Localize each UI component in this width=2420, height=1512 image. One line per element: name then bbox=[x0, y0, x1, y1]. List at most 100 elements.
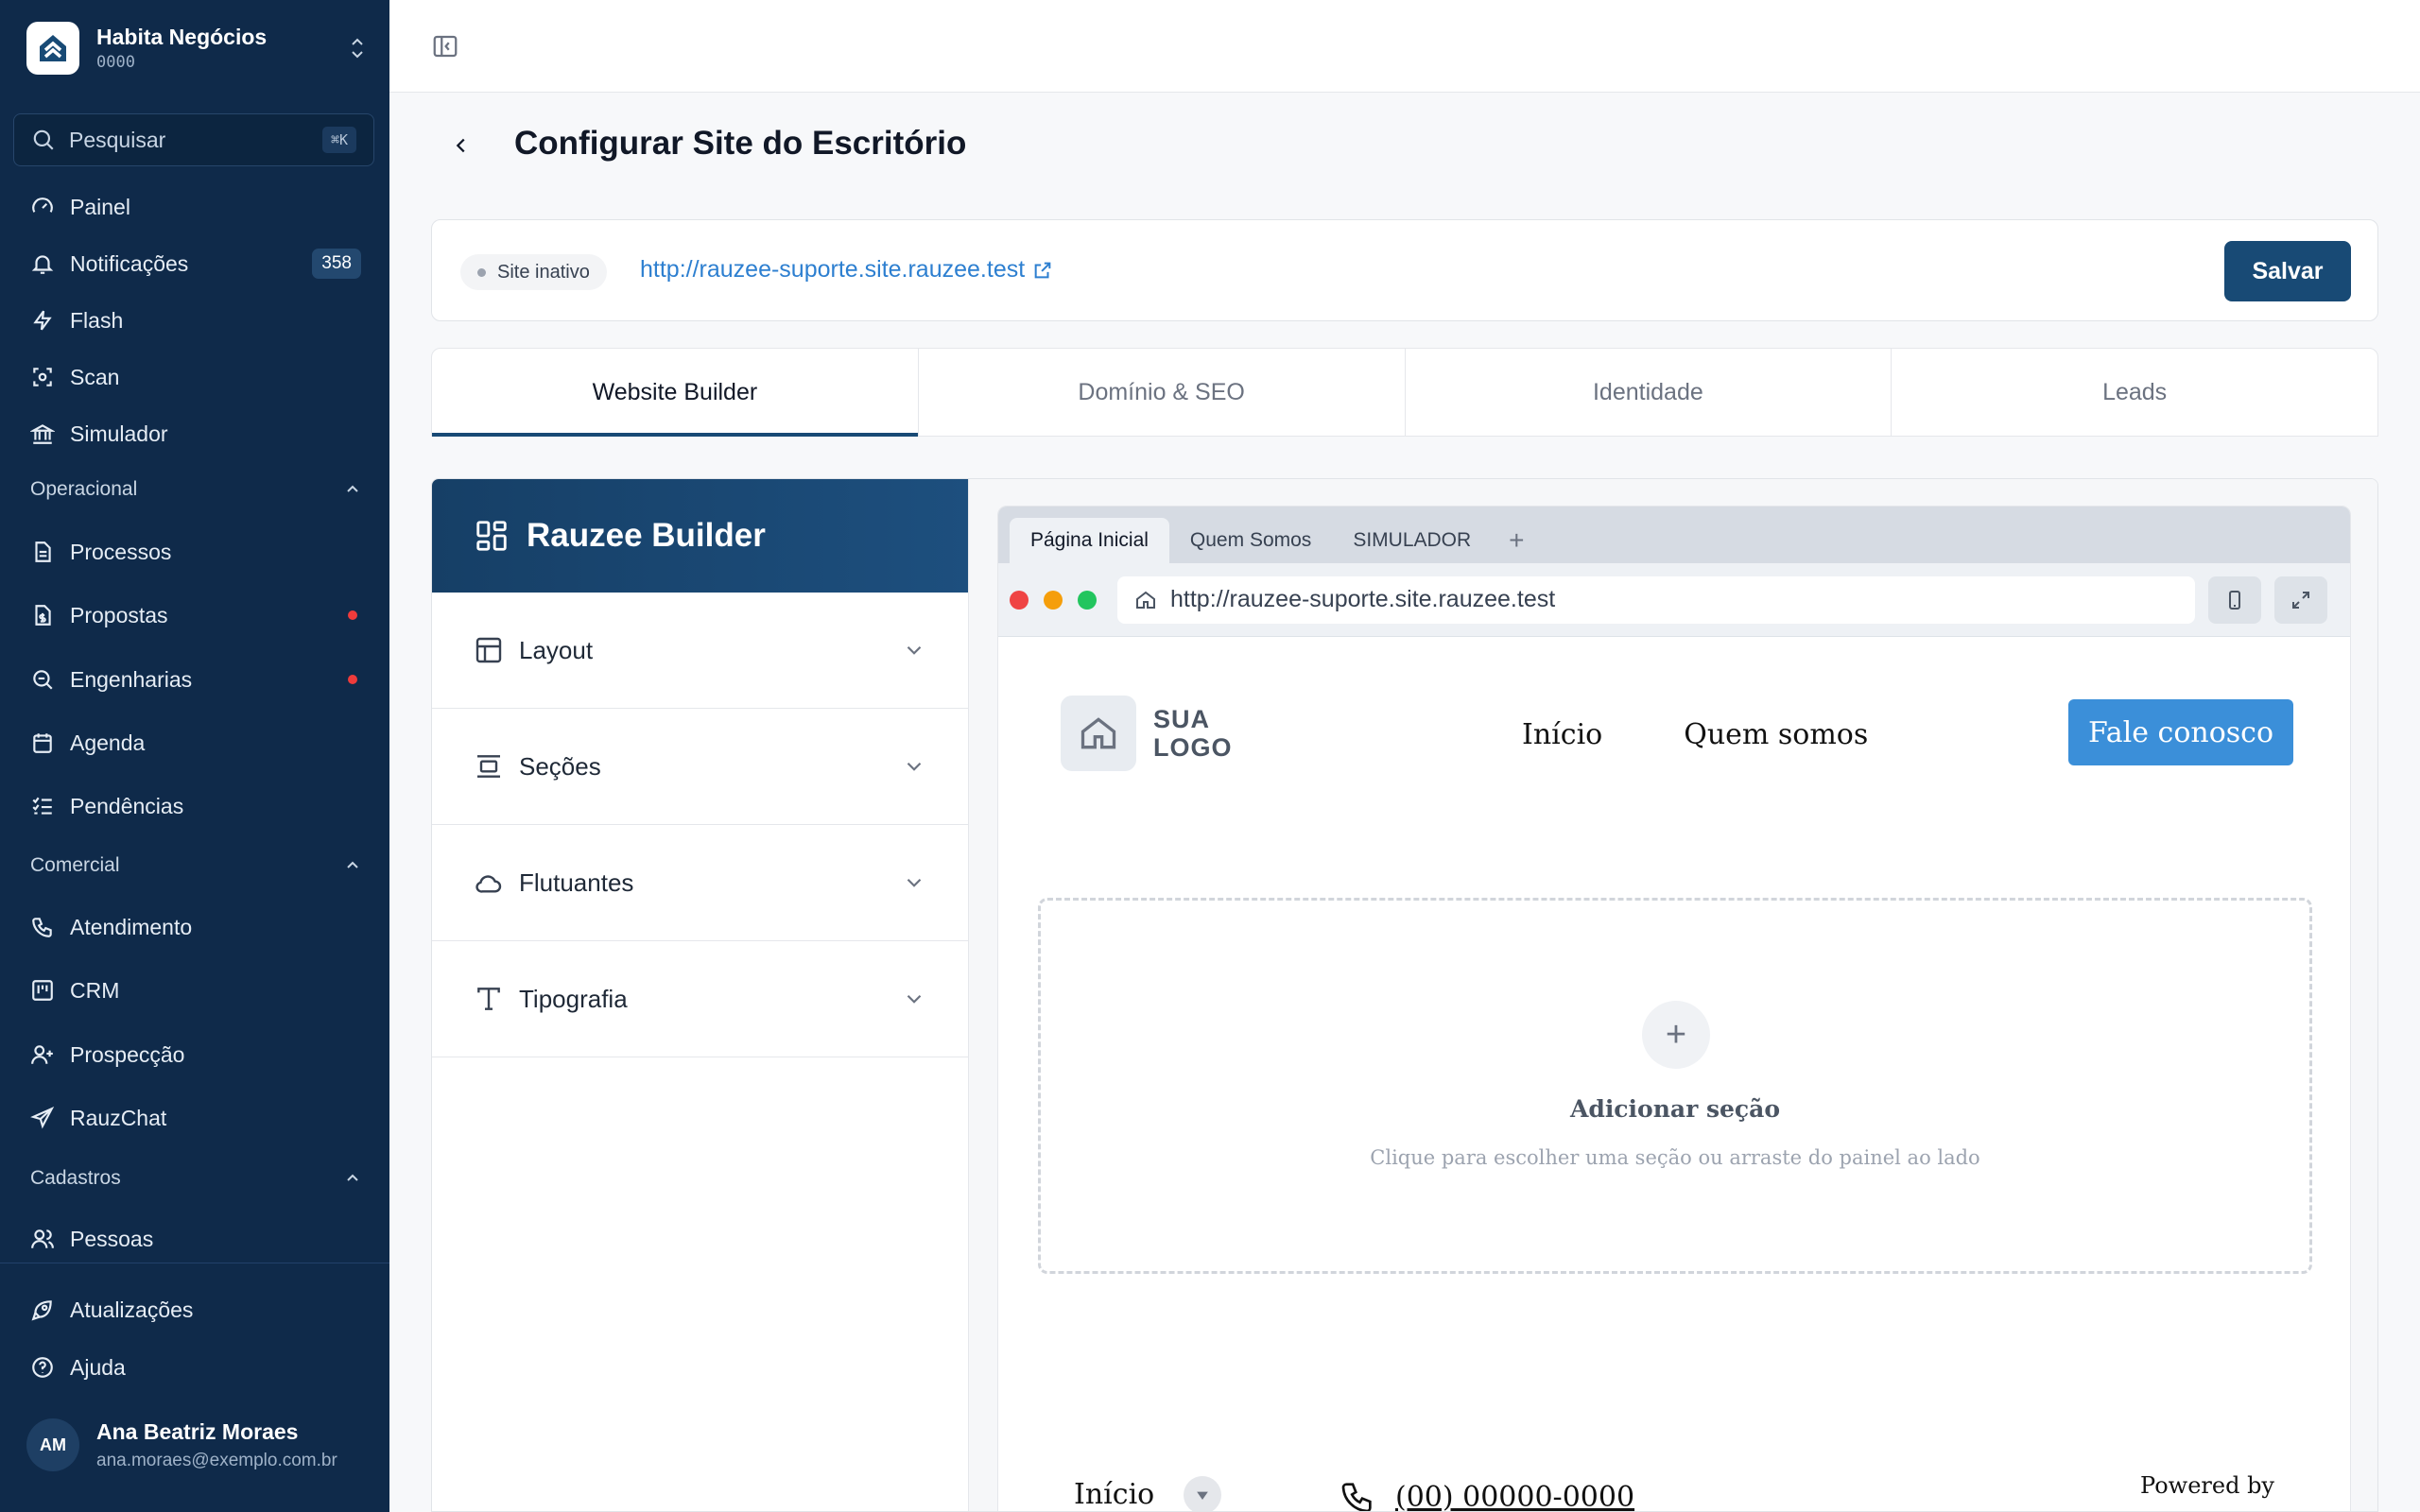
site-url-link[interactable]: http://rauzee-suporte.site.rauzee.test bbox=[640, 256, 1053, 284]
window-minimize-dot bbox=[1044, 590, 1063, 610]
page-tab-inicial[interactable]: Página Inicial bbox=[1010, 518, 1169, 563]
mobile-view-button[interactable] bbox=[2208, 576, 2261, 624]
search-placeholder: Pesquisar bbox=[69, 127, 166, 152]
sidebar-item-scan[interactable]: Scan bbox=[30, 358, 361, 396]
sidebar-item-ajuda[interactable]: Ajuda bbox=[30, 1349, 361, 1386]
back-button[interactable] bbox=[444, 129, 478, 163]
tab-leads[interactable]: Leads bbox=[1892, 349, 2377, 436]
bell-icon bbox=[31, 255, 54, 274]
sidebar-item-pendencias[interactable]: Pendências bbox=[30, 787, 361, 825]
home-icon bbox=[1136, 591, 1155, 609]
sidebar-item-crm[interactable]: CRM bbox=[30, 971, 361, 1009]
phone-icon bbox=[1341, 1483, 1372, 1511]
window-close-dot bbox=[1010, 590, 1028, 610]
accordion-flutuantes[interactable]: Flutuantes bbox=[432, 825, 968, 941]
users-icon bbox=[31, 1229, 54, 1248]
status-dot bbox=[477, 267, 486, 277]
chevron-down-icon bbox=[907, 994, 922, 1004]
browser-tabs: Página Inicial Quem Somos SIMULADOR + bbox=[998, 507, 2350, 563]
org-logo bbox=[26, 22, 79, 75]
contact-button[interactable]: Fale conosco bbox=[2068, 699, 2293, 765]
sidebar-item-simulador[interactable]: Simulador bbox=[30, 415, 361, 453]
sections-icon bbox=[477, 755, 500, 778]
site-logo[interactable]: SUA LOGO bbox=[1061, 696, 1233, 771]
external-link-icon bbox=[1034, 262, 1051, 278]
sidebar-item-propostas[interactable]: Propostas bbox=[30, 596, 361, 634]
notifications-badge: 358 bbox=[312, 249, 361, 279]
add-section-dropzone[interactable]: + Adicionar seção Clique para escolher u… bbox=[1038, 898, 2312, 1274]
builder-area: Rauzee Builder Layout Seções Flutuantes … bbox=[431, 478, 2378, 1512]
sidebar-item-prospeccao[interactable]: Prospecção bbox=[30, 1036, 361, 1074]
rocket-icon bbox=[31, 1300, 52, 1321]
expand-button[interactable] bbox=[2274, 576, 2327, 624]
site-footer: Início (00) 00000-0000 Powered by bbox=[1074, 1472, 2303, 1511]
sidebar-item-atualizacoes[interactable]: Atualizações bbox=[30, 1291, 361, 1329]
footer-inicio-link[interactable]: Início bbox=[1074, 1478, 1154, 1511]
builder-panel: Rauzee Builder Layout Seções Flutuantes … bbox=[432, 479, 969, 1511]
file-dollar-icon bbox=[35, 605, 51, 626]
alert-dot bbox=[348, 675, 357, 684]
group-comercial[interactable]: Comercial bbox=[30, 850, 361, 882]
site-canvas: SUA LOGO Início Quem somos Fale conosco … bbox=[998, 637, 2350, 1511]
sidebar-item-flash[interactable]: Flash bbox=[30, 301, 361, 339]
tab-dominio-seo[interactable]: Domínio & SEO bbox=[919, 349, 1406, 436]
footer-chevron-button[interactable] bbox=[1184, 1476, 1221, 1511]
powered-by: Powered by bbox=[2140, 1472, 2274, 1499]
logo-text-line1: SUA bbox=[1153, 705, 1211, 733]
sidebar-item-rauzchat[interactable]: RauzChat bbox=[30, 1099, 361, 1137]
avatar: AM bbox=[26, 1418, 79, 1471]
sidebar-item-notificacoes[interactable]: Notificações 358 bbox=[30, 245, 361, 283]
add-section-hint: Clique para escolher uma seção ou arrast… bbox=[1370, 1146, 1980, 1169]
chevron-down-icon bbox=[907, 762, 922, 771]
checklist-icon bbox=[32, 797, 52, 815]
group-cadastros[interactable]: Cadastros bbox=[30, 1162, 361, 1194]
add-page-button[interactable]: + bbox=[1492, 518, 1541, 563]
site-nav-quem-somos[interactable]: Quem somos bbox=[1684, 718, 1868, 751]
page-title: Configurar Site do Escritório bbox=[514, 125, 967, 162]
user-email: ana.moraes@exemplo.com.br bbox=[96, 1450, 337, 1470]
footer-phone[interactable]: (00) 00000-0000 bbox=[1339, 1478, 1634, 1511]
tab-identidade[interactable]: Identidade bbox=[1406, 349, 1893, 436]
calendar-icon bbox=[33, 733, 52, 753]
bank-icon bbox=[30, 424, 55, 444]
accordion-secoes[interactable]: Seções bbox=[432, 709, 968, 825]
user-menu[interactable]: AM Ana Beatriz Moraes ana.moraes@exemplo… bbox=[26, 1412, 376, 1478]
window-maximize-dot bbox=[1078, 590, 1097, 610]
add-section-title: Adicionar seção bbox=[1569, 1095, 1781, 1123]
user-name: Ana Beatriz Moraes bbox=[96, 1418, 299, 1444]
sidebar-item-pessoas[interactable]: Pessoas bbox=[30, 1220, 361, 1258]
sidebar-toggle-icon[interactable] bbox=[431, 32, 459, 60]
chevron-up-icon bbox=[347, 1174, 358, 1181]
search-input[interactable]: Pesquisar ⌘K bbox=[13, 113, 374, 166]
layout-grid-icon bbox=[476, 521, 507, 551]
kanban-icon bbox=[32, 980, 53, 1001]
add-section-button[interactable]: + bbox=[1642, 1001, 1710, 1069]
page-tab-quem-somos[interactable]: Quem Somos bbox=[1169, 518, 1332, 563]
tab-website-builder[interactable]: Website Builder bbox=[432, 349, 919, 437]
site-status-bar: Site inativo http://rauzee-suporte.site.… bbox=[431, 219, 2378, 321]
accordion-tipografia[interactable]: Tipografia bbox=[432, 941, 968, 1057]
layout-icon bbox=[475, 637, 502, 663]
sidebar-item-engenharias[interactable]: Engenharias bbox=[30, 661, 361, 698]
gauge-icon bbox=[32, 198, 53, 213]
save-button[interactable]: Salvar bbox=[2224, 241, 2351, 301]
site-nav-inicio[interactable]: Início bbox=[1522, 718, 1602, 751]
phone-icon bbox=[32, 918, 52, 937]
group-operacional[interactable]: Operacional bbox=[30, 473, 361, 506]
lightning-icon bbox=[33, 310, 52, 331]
sidebar-item-processos[interactable]: Processos bbox=[30, 533, 361, 571]
cloud-icon bbox=[475, 875, 502, 893]
page-tab-simulador[interactable]: SIMULADOR bbox=[1332, 518, 1492, 563]
org-switcher[interactable]: Habita Negócios 0000 bbox=[26, 19, 367, 77]
sidebar-item-agenda[interactable]: Agenda bbox=[30, 724, 361, 762]
accordion-layout[interactable]: Layout bbox=[432, 593, 968, 709]
chevron-up-down-icon[interactable] bbox=[348, 34, 367, 62]
org-code: 0000 bbox=[96, 53, 135, 72]
document-icon bbox=[35, 541, 51, 562]
builder-title: Rauzee Builder bbox=[527, 517, 766, 554]
browser-mockup: Página Inicial Quem Somos SIMULADOR + ht… bbox=[997, 506, 2351, 1511]
sidebar-item-atendimento[interactable]: Atendimento bbox=[30, 908, 361, 946]
chevron-down-icon bbox=[907, 645, 922, 655]
sidebar-item-painel[interactable]: Painel bbox=[30, 188, 361, 226]
builder-header: Rauzee Builder bbox=[432, 479, 968, 593]
